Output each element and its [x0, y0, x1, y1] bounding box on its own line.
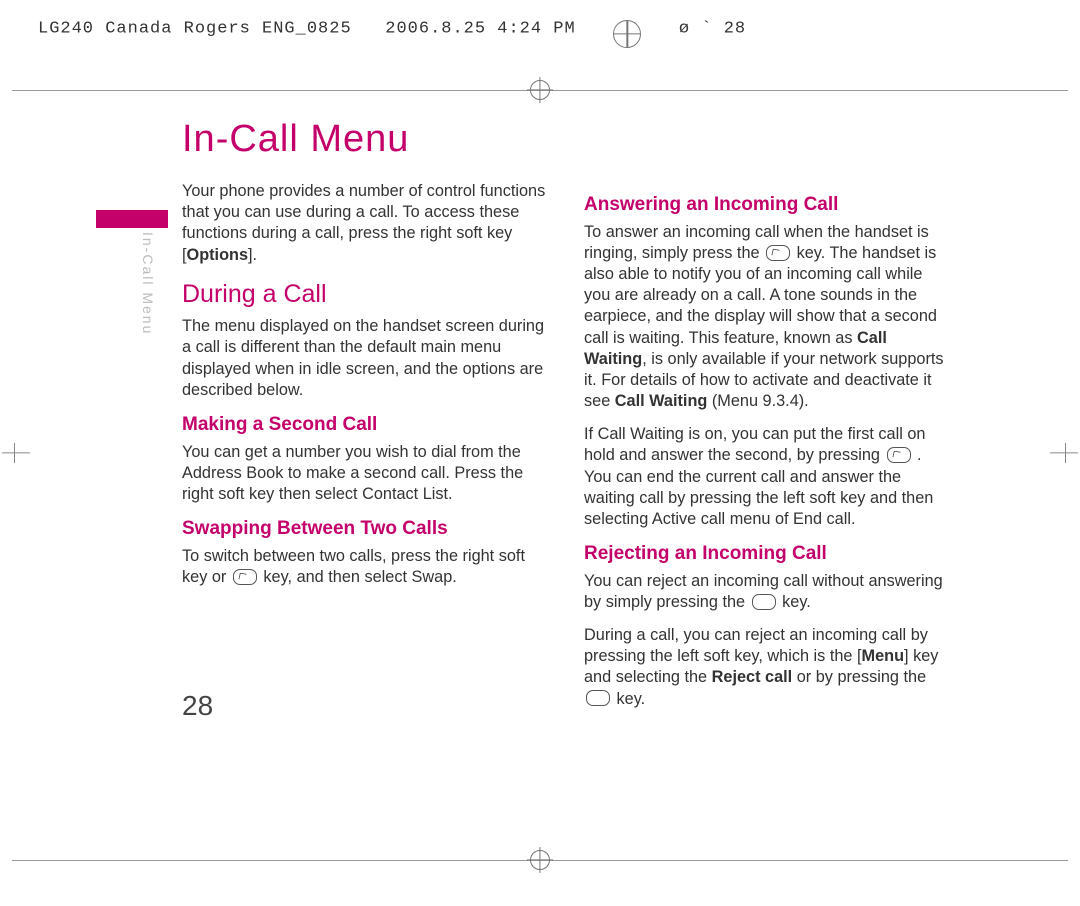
answer-paragraph-2: If Call Waiting is on, you can put the f…: [584, 424, 952, 530]
registration-mark-icon: [613, 20, 641, 48]
doc-timestamp: 2006.8.25 4:24 PM: [385, 19, 575, 38]
heading-swapping-calls: Swapping Between Two Calls: [182, 517, 550, 542]
intro-paragraph: Your phone provides a number of control …: [182, 181, 550, 266]
end-key-icon: [586, 690, 610, 706]
reject-paragraph-1: You can reject an incoming call without …: [584, 571, 952, 613]
during-paragraph: The menu displayed on the handset screen…: [182, 316, 550, 401]
prepress-header: LG240 Canada Rogers ENG_0825 2006.8.25 4…: [38, 14, 1042, 42]
reject-paragraph-2: During a call, you can reject an incomin…: [584, 625, 952, 710]
sidebar-accent-bar: [96, 210, 168, 228]
end-key-icon: [752, 594, 776, 610]
content: In-Call Menu Your phone provides a numbe…: [182, 104, 1038, 722]
sidebar-section-label: In-Call Menu: [140, 232, 156, 335]
column-right: Answering an Incoming Call To answer an …: [584, 181, 952, 722]
answer-paragraph-1: To answer an incoming call when the hand…: [584, 222, 952, 413]
crop-marks-top: [12, 44, 1068, 92]
heading-rejecting-call: Rejecting an Incoming Call: [584, 542, 952, 567]
doc-id: LG240 Canada Rogers ENG_0825: [38, 19, 352, 38]
sidebar: In-Call Menu: [96, 210, 168, 335]
swap-paragraph: To switch between two calls, press the r…: [182, 546, 550, 588]
column-left: Your phone provides a number of control …: [182, 181, 550, 722]
registration-left-icon: [0, 433, 40, 473]
page-number: 28: [182, 690, 213, 722]
send-key-icon: [887, 447, 911, 463]
heading-during-a-call: During a Call: [182, 278, 550, 311]
second-call-paragraph: You can get a number you wish to dial fr…: [182, 442, 550, 506]
heading-making-second-call: Making a Second Call: [182, 413, 550, 438]
heading-answering-call: Answering an Incoming Call: [584, 193, 952, 218]
page-body: In-Call Menu In-Call Menu Your phone pro…: [96, 104, 1038, 836]
registration-right-icon: [1040, 433, 1080, 473]
doc-tail: ø ` 28: [679, 19, 746, 38]
send-key-icon: [233, 569, 257, 585]
send-key-icon: [766, 245, 790, 261]
crop-marks-bottom: [12, 850, 1068, 886]
page-title: In-Call Menu: [182, 118, 1038, 161]
